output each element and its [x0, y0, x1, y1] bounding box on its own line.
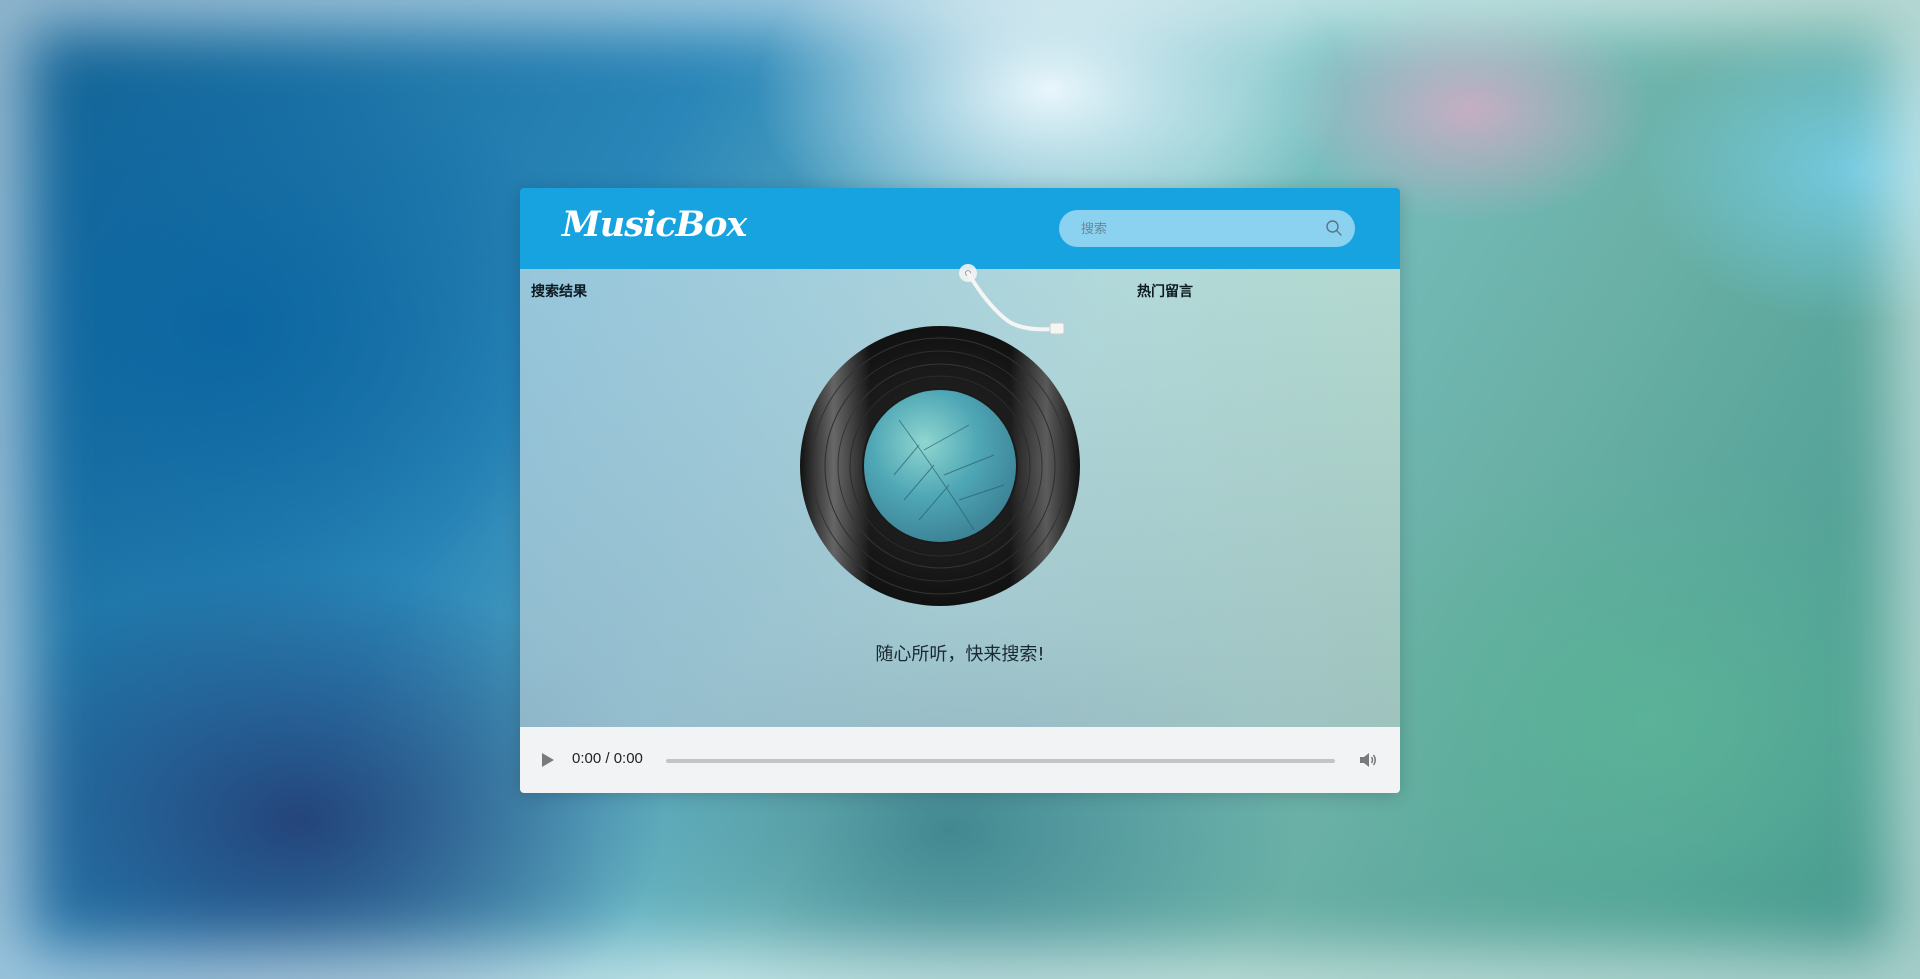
- search-results-title: 搜索结果: [531, 284, 587, 300]
- play-icon[interactable]: [540, 751, 556, 769]
- hot-comments-title: 热门留言: [1137, 284, 1193, 300]
- volume-icon[interactable]: [1358, 751, 1378, 769]
- vinyl-record-icon: [800, 326, 1080, 606]
- progress-bar[interactable]: [666, 759, 1335, 763]
- audio-player: 0:00 / 0:00: [520, 727, 1400, 793]
- music-app-window: MusicBox 搜索结果 热门留言: [520, 188, 1400, 793]
- search-icon[interactable]: [1325, 219, 1343, 237]
- main-content: 搜索结果 热门留言 随心所听，快来搜索!: [520, 264, 1400, 727]
- search-input[interactable]: [1079, 210, 1313, 249]
- tagline: 随心所听，快来搜索!: [875, 644, 1045, 665]
- header-bar: MusicBox: [520, 188, 1400, 269]
- tonearm-icon: [959, 264, 1065, 335]
- logo: MusicBox: [562, 204, 747, 245]
- time-display: 0:00 / 0:00: [572, 750, 643, 767]
- search-box[interactable]: [1059, 210, 1355, 249]
